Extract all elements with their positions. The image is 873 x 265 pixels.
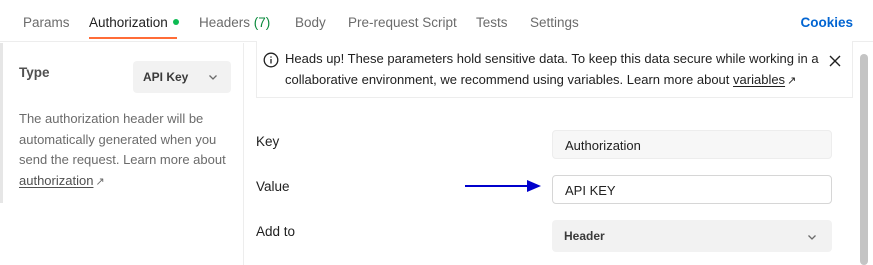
key-field[interactable]: Authorization [552,130,832,159]
variables-docs-link[interactable]: variables [733,72,785,87]
close-icon[interactable] [828,54,842,68]
value-label: Value [256,179,290,194]
request-tabs: Params Authorization Headers (7) Body Pr… [0,0,873,42]
tab-pre-request-script[interactable]: Pre-request Script [348,15,457,30]
main-scrollbar[interactable] [860,54,868,265]
auth-help-text: The authorization header will be automat… [19,109,234,192]
chevron-down-icon [209,75,217,80]
info-icon [263,52,279,68]
tab-authorization-label: Authorization [89,15,168,30]
chevron-down-icon [808,235,816,240]
key-value: Authorization [565,138,641,153]
key-label: Key [256,134,280,149]
tab-settings[interactable]: Settings [530,15,579,30]
add-to-value: Header [564,229,605,243]
tab-authorization[interactable]: Authorization [89,15,179,30]
status-dot-icon [172,19,179,25]
auth-type-panel: Type API Key The authorization header wi… [0,43,244,265]
value-input[interactable]: API KEY [552,175,832,204]
tab-body[interactable]: Body [295,15,326,30]
authorization-docs-link[interactable]: authorization [19,173,93,188]
tab-headers[interactable]: Headers (7) [199,15,270,30]
tab-headers-label: Headers [199,15,251,30]
external-link-icon: ↗ [787,74,797,87]
annotation-arrow-icon [465,180,541,192]
notice-text: Heads up! These parameters hold sensitiv… [285,49,825,91]
cookies-link[interactable]: Cookies [800,15,853,30]
headers-count: (7) [253,15,271,30]
auth-help-body: The authorization header will be automat… [19,111,226,167]
auth-type-value: API Key [143,70,189,84]
value-text: API KEY [565,183,616,198]
active-tab-indicator [89,37,177,39]
add-to-label: Add to [256,224,296,239]
external-link-icon: ↗ [95,175,105,188]
type-label: Type [19,65,50,80]
auth-type-dropdown[interactable]: API Key [133,61,231,93]
sensitive-data-notice: Heads up! These parameters hold sensitiv… [256,41,853,98]
add-to-dropdown[interactable]: Header [552,220,832,252]
tab-params[interactable]: Params [23,15,70,30]
tab-tests[interactable]: Tests [476,15,508,30]
